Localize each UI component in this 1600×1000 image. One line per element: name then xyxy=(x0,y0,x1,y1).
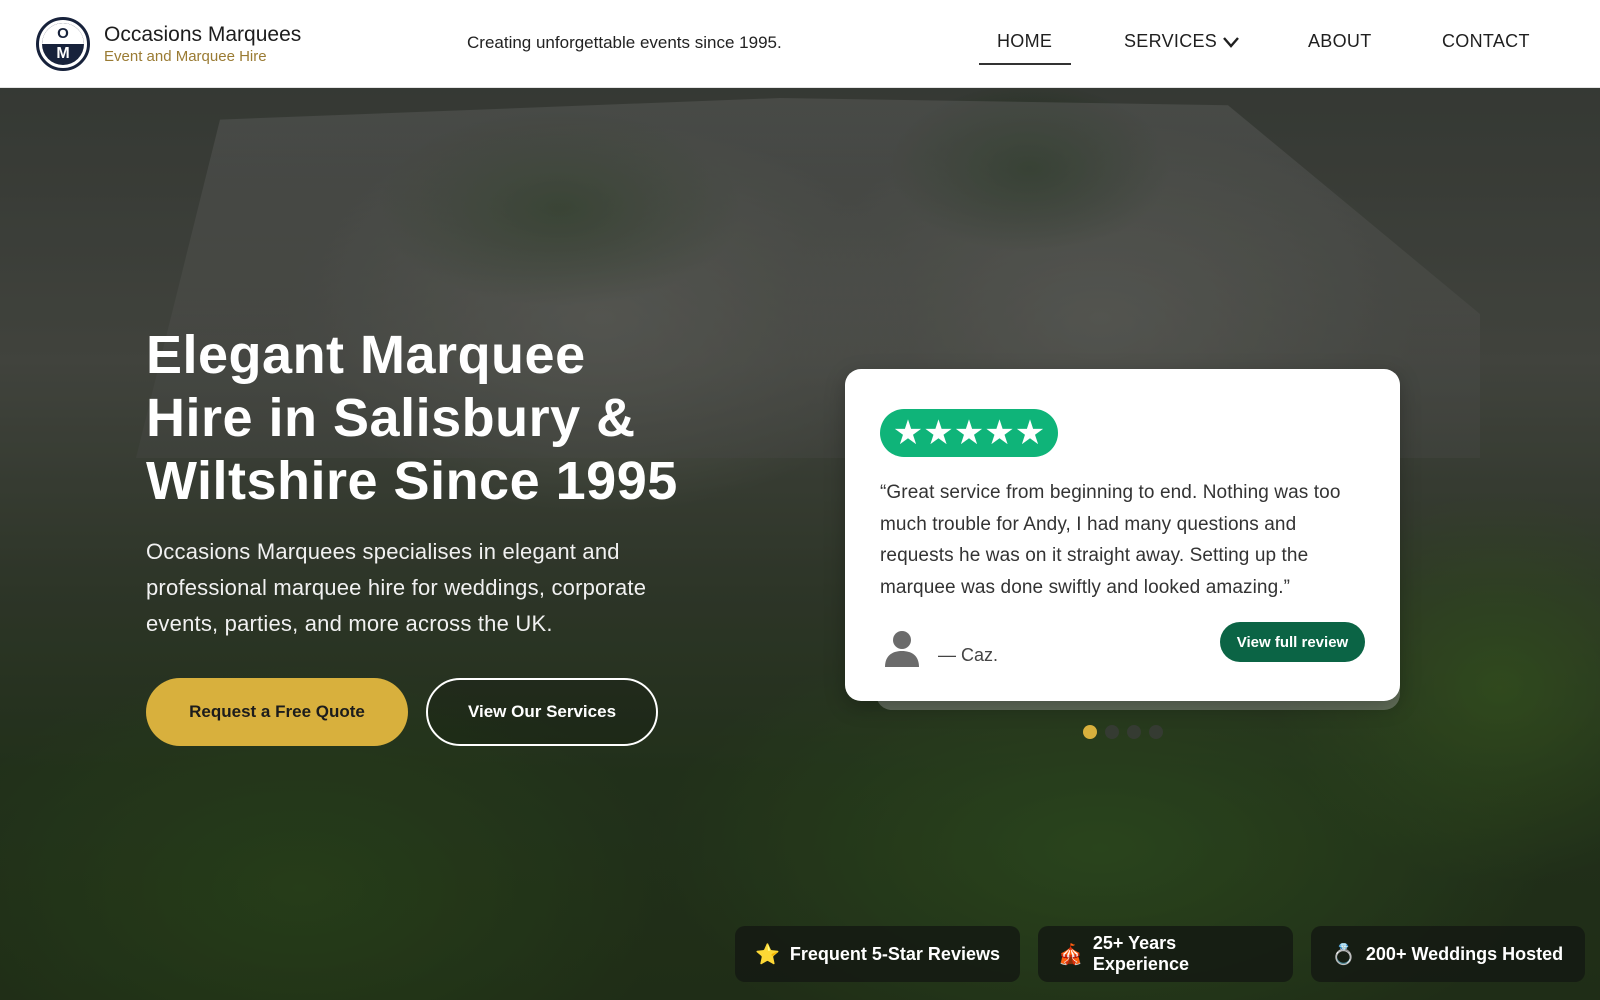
brand-tagline: Event and Marquee Hire xyxy=(104,48,267,65)
nav-services[interactable]: SERVICES xyxy=(1124,31,1241,52)
logo-letter-top: O xyxy=(57,25,69,42)
chevron-down-icon xyxy=(1223,36,1240,48)
review-card: ★★★★★ “Great service from beginning to e… xyxy=(845,369,1400,701)
badge-weddings-label: 200+ Weddings Hosted xyxy=(1365,943,1564,964)
badge-weddings: 💍 200+ Weddings Hosted xyxy=(1311,926,1585,982)
site-header: O M Occasions Marquees Event and Marquee… xyxy=(0,0,1600,88)
header-tagline: Creating unforgettable events since 1995… xyxy=(467,33,782,52)
review-quote: “Great service from beginning to end. No… xyxy=(880,482,1341,598)
carousel-dot-3[interactable] xyxy=(1127,725,1141,739)
logo-icon: O M xyxy=(36,17,90,71)
review-author: — Caz. xyxy=(938,645,999,665)
carousel-dot-2[interactable] xyxy=(1105,725,1119,739)
nav-contact[interactable]: CONTACT xyxy=(1442,31,1530,52)
hero-section: Elegant Marquee Hire in Salisbury & Wilt… xyxy=(0,88,1600,1000)
request-quote-button[interactable]: Request a Free Quote xyxy=(146,678,408,746)
carousel-dot-4[interactable] xyxy=(1149,725,1163,739)
user-avatar-icon xyxy=(885,631,919,667)
nav-services-label: SERVICES xyxy=(1124,31,1218,51)
brand-name: Occasions Marquees xyxy=(104,23,302,46)
nav-home[interactable]: HOME xyxy=(997,31,1052,52)
carousel-dot-1[interactable] xyxy=(1083,725,1097,739)
badge-experience-label: 25+ Years Experience xyxy=(1092,933,1189,974)
hero-title: Elegant Marquee Hire in Salisbury & Wilt… xyxy=(146,325,678,511)
badge-experience: 🎪 25+ Years Experience xyxy=(1038,926,1293,982)
nav-about[interactable]: ABOUT xyxy=(1308,31,1372,52)
five-star-rating-icon: ★★★★★ xyxy=(880,409,1058,457)
view-full-review-button[interactable]: View full review xyxy=(1220,622,1365,662)
circus-tent-icon: 🎪 xyxy=(1058,943,1083,966)
badge-reviews-label: Frequent 5-Star Reviews xyxy=(789,943,1000,964)
hero-subtitle: Occasions Marquees specialises in elegan… xyxy=(146,539,647,636)
carousel-dots xyxy=(1083,725,1163,739)
nav-active-indicator xyxy=(979,63,1071,65)
logo-letter-bottom: M xyxy=(56,45,70,62)
brand[interactable]: O M Occasions Marquees Event and Marquee… xyxy=(36,17,301,71)
star-icon: ⭐ xyxy=(755,943,780,966)
ring-icon: 💍 xyxy=(1331,943,1356,966)
badge-reviews: ⭐ Frequent 5-Star Reviews xyxy=(735,926,1020,982)
view-services-button[interactable]: View Our Services xyxy=(426,678,658,746)
